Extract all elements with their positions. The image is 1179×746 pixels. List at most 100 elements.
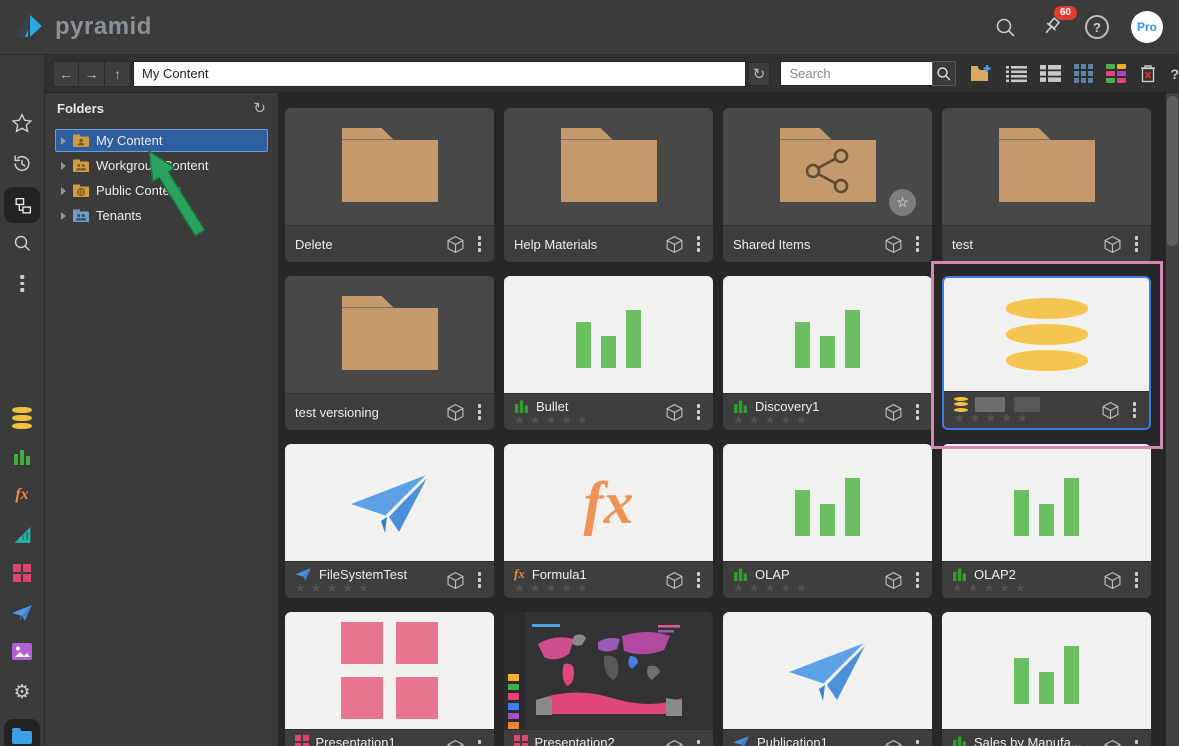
search-input[interactable]: [780, 61, 932, 86]
rating-stars[interactable]: ★★★★★: [952, 583, 1093, 594]
scrollbar-thumb[interactable]: [1167, 96, 1178, 246]
tile-menu-icon[interactable]: [1132, 568, 1142, 592]
delete-button[interactable]: [1139, 64, 1157, 83]
user-avatar[interactable]: Pro: [1131, 11, 1163, 43]
image-rail-icon[interactable]: [12, 643, 32, 660]
content-tile[interactable]: Sales by Manufa...★★★★★: [942, 612, 1151, 746]
search-button[interactable]: [932, 61, 956, 86]
toolbar-help-button[interactable]: ?: [1170, 66, 1179, 82]
content-tile[interactable]: Discovery1★★★★★: [723, 276, 932, 430]
tile-menu-icon[interactable]: [913, 400, 923, 424]
notifications-pin-icon[interactable]: 60: [1039, 15, 1063, 39]
tile-menu-icon[interactable]: [913, 232, 923, 256]
rating-stars[interactable]: ★★★★★: [514, 415, 655, 426]
grid-view-button[interactable]: [1074, 64, 1093, 83]
item-cube-icon[interactable]: [665, 235, 684, 254]
item-cube-icon[interactable]: [884, 571, 903, 590]
tile-menu-icon[interactable]: [913, 568, 923, 592]
tile-menu-icon[interactable]: [1130, 398, 1140, 422]
item-cube-icon[interactable]: [446, 403, 465, 422]
tile-view-button[interactable]: [1106, 64, 1126, 83]
tile-menu-icon[interactable]: [475, 736, 485, 746]
admin-gear-icon[interactable]: ⚙: [13, 681, 30, 703]
publication-rail-icon[interactable]: [11, 603, 33, 623]
content-tile[interactable]: Bullet★★★★★: [504, 276, 713, 430]
rating-stars[interactable]: ★★★★★: [514, 583, 655, 594]
rail-search-icon[interactable]: [12, 233, 32, 253]
content-tile[interactable]: ★★★★★: [942, 276, 1151, 430]
favorites-star-icon[interactable]: [12, 113, 33, 134]
rating-stars[interactable]: ★★★★★: [295, 583, 436, 594]
content-tile[interactable]: Publication1★★★★★: [723, 612, 932, 746]
folder-tile[interactable]: Help Materials: [504, 108, 713, 262]
content-tile[interactable]: OLAP★★★★★: [723, 444, 932, 598]
item-cube-icon[interactable]: [446, 571, 465, 590]
content-tile[interactable]: fxfxFormula1★★★★★: [504, 444, 713, 598]
folder-icon: [780, 140, 876, 202]
content-tile[interactable]: FileSystemTest★★★★★: [285, 444, 494, 598]
formula-rail-icon[interactable]: fx: [15, 486, 28, 504]
item-cube-icon[interactable]: [665, 739, 684, 746]
item-cube-icon[interactable]: [1103, 739, 1122, 746]
tree-item-tenants[interactable]: Tenants: [55, 204, 268, 227]
illustration-rail-icon[interactable]: [12, 524, 33, 545]
detail-list-view-button[interactable]: [1040, 65, 1061, 82]
datasource-rail-icon[interactable]: [12, 407, 32, 429]
list-view-button[interactable]: [1006, 65, 1027, 83]
item-cube-icon[interactable]: [884, 403, 903, 422]
tile-thumbnail: ☆: [723, 108, 932, 225]
tile-menu-icon[interactable]: [913, 736, 923, 746]
expand-caret-icon[interactable]: [61, 187, 66, 195]
help-icon[interactable]: ?: [1085, 15, 1109, 39]
up-button[interactable]: ↑: [105, 61, 131, 87]
tile-menu-icon[interactable]: [475, 400, 485, 424]
content-tile[interactable]: Presentation1★★★★★: [285, 612, 494, 746]
item-cube-icon[interactable]: [884, 739, 903, 746]
rating-stars[interactable]: ★★★★★: [733, 415, 874, 426]
folder-tile[interactable]: test: [942, 108, 1151, 262]
vertical-scrollbar[interactable]: [1166, 93, 1179, 746]
breadcrumb-input[interactable]: [133, 61, 746, 87]
item-cube-icon[interactable]: [884, 235, 903, 254]
global-search-icon[interactable]: [994, 16, 1017, 39]
tile-menu-icon[interactable]: [1132, 736, 1142, 746]
item-cube-icon[interactable]: [446, 739, 465, 746]
content-tree-icon[interactable]: [4, 187, 40, 223]
tree-item-workgroup-content[interactable]: Workgroup Content: [55, 154, 268, 177]
presentation-rail-icon[interactable]: [13, 564, 31, 582]
forward-button[interactable]: →: [79, 61, 105, 87]
tree-item-public-content[interactable]: Public Content: [55, 179, 268, 202]
back-button[interactable]: ←: [53, 61, 79, 87]
tile-menu-icon[interactable]: [1132, 232, 1142, 256]
rating-stars[interactable]: ★★★★★: [733, 583, 874, 594]
tile-menu-icon[interactable]: [694, 736, 704, 746]
discovery-rail-icon[interactable]: [12, 447, 32, 467]
item-cube-icon[interactable]: [665, 571, 684, 590]
expand-caret-icon[interactable]: [61, 212, 66, 220]
item-cube-icon[interactable]: [1103, 571, 1122, 590]
tile-menu-icon[interactable]: [694, 568, 704, 592]
expand-caret-icon[interactable]: [61, 137, 66, 145]
tile-menu-icon[interactable]: [475, 232, 485, 256]
folder-tile[interactable]: test versioning: [285, 276, 494, 430]
tree-item-my-content[interactable]: My Content: [55, 129, 268, 152]
item-cube-icon[interactable]: [446, 235, 465, 254]
content-folder-rail-icon[interactable]: [4, 719, 40, 746]
tile-menu-icon[interactable]: [694, 232, 704, 256]
history-icon[interactable]: [12, 153, 33, 174]
rating-stars[interactable]: ★★★★★: [954, 413, 1091, 424]
item-cube-icon[interactable]: [1103, 235, 1122, 254]
item-cube-icon[interactable]: [665, 403, 684, 422]
content-tile[interactable]: Presentation2★★★★★: [504, 612, 713, 746]
content-tile[interactable]: OLAP2★★★★★: [942, 444, 1151, 598]
refresh-button[interactable]: ↻: [748, 62, 771, 86]
tile-menu-icon[interactable]: [694, 400, 704, 424]
rail-more-icon[interactable]: [20, 275, 24, 292]
tile-menu-icon[interactable]: [475, 568, 485, 592]
folders-refresh-icon[interactable]: ↻: [253, 99, 266, 117]
folder-tile[interactable]: Delete: [285, 108, 494, 262]
expand-caret-icon[interactable]: [61, 162, 66, 170]
new-folder-button[interactable]: [970, 64, 993, 83]
folder-tile[interactable]: ☆Shared Items: [723, 108, 932, 262]
item-cube-icon[interactable]: [1101, 401, 1120, 420]
